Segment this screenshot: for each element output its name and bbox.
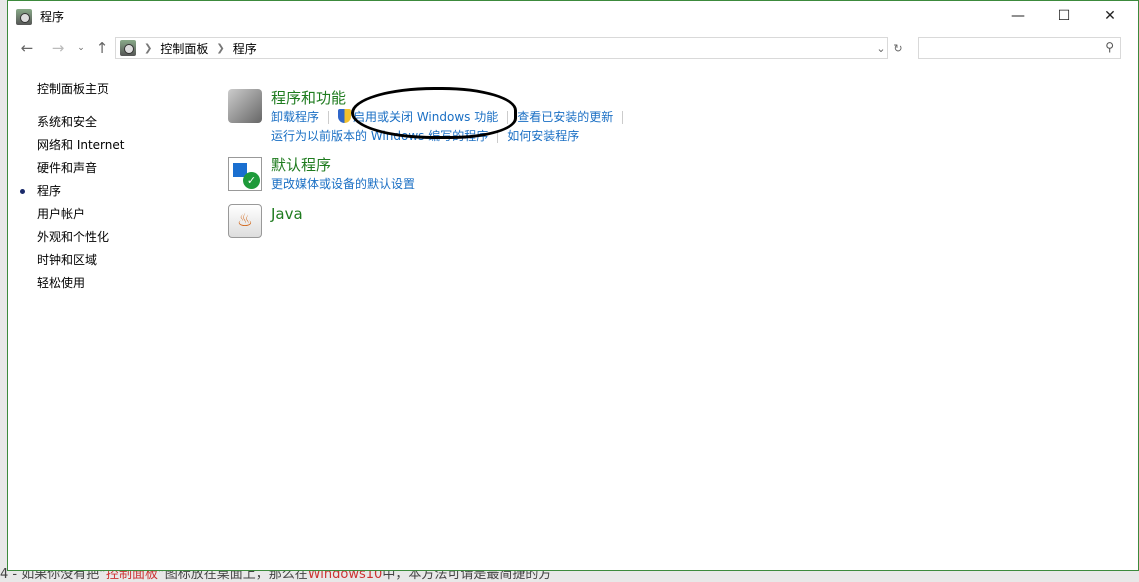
chevron-right-icon: ❯	[216, 42, 225, 54]
programs-features-icon	[228, 89, 262, 123]
refresh-button[interactable]: ↻	[889, 37, 907, 59]
forward-button[interactable]: →	[48, 38, 68, 58]
control-panel-icon	[16, 8, 32, 25]
how-to-install-link[interactable]: 如何安装程序	[507, 129, 579, 143]
recent-locations-button[interactable]: ⌄	[71, 38, 91, 58]
sidebar-item-hardware-sound[interactable]: 硬件和声音	[37, 160, 124, 183]
address-bar[interactable]: ❯ 控制面板 ❯ 程序	[115, 37, 888, 59]
breadcrumb-programs[interactable]: 程序	[233, 40, 257, 57]
sidebar-item-ease-of-access[interactable]: 轻松使用	[37, 275, 124, 298]
windows-features-link[interactable]: 启用或关闭 Windows 功能	[353, 110, 498, 124]
back-button[interactable]: ←	[17, 38, 37, 58]
control-panel-icon	[120, 40, 136, 56]
sidebar-item-appearance[interactable]: 外观和个性化	[37, 229, 124, 252]
sidebar-item-system-security[interactable]: 系统和安全	[37, 114, 124, 137]
maximize-button[interactable]: ☐	[1041, 1, 1087, 31]
view-updates-link[interactable]: 查看已安装的更新	[517, 110, 613, 124]
sidebar-item-programs[interactable]: 程序	[19, 183, 124, 206]
chevron-right-icon: ❯	[144, 42, 153, 54]
control-panel-window: 程序 — ☐ ✕ ← → ⌄ ↑ ❯ 控制面板 ❯ 程序 ⌄ ↻ ⚲ 控制面板主…	[7, 0, 1139, 571]
address-dropdown-button[interactable]: ⌄	[872, 37, 890, 59]
sidebar-item-user-accounts[interactable]: 用户帐户	[37, 206, 124, 229]
sidebar-item-network[interactable]: 网络和 Internet	[37, 137, 124, 160]
category-title[interactable]: 默认程序	[271, 154, 331, 175]
minimize-button[interactable]: —	[995, 1, 1041, 31]
sidebar: 控制面板主页 系统和安全 网络和 Internet 硬件和声音 程序 用户帐户 …	[19, 81, 124, 298]
search-icon: ⚲	[1105, 40, 1114, 54]
java-icon: ♨	[228, 204, 262, 238]
uninstall-program-link[interactable]: 卸载程序	[271, 110, 319, 124]
category-title[interactable]: 程序和功能	[271, 87, 346, 108]
change-media-defaults-link[interactable]: 更改媒体或设备的默认设置	[271, 177, 415, 191]
window-title: 程序	[40, 10, 65, 24]
compatibility-link[interactable]: 运行为以前版本的 Windows 编写的程序	[271, 129, 488, 143]
search-input[interactable]: ⚲	[918, 37, 1121, 59]
uac-shield-icon	[338, 109, 352, 123]
sidebar-home[interactable]: 控制面板主页	[37, 81, 124, 104]
up-button[interactable]: ↑	[92, 38, 112, 58]
category-title[interactable]: Java	[271, 205, 303, 223]
default-programs-icon: ✓	[228, 157, 262, 191]
sidebar-item-clock-region[interactable]: 时钟和区域	[37, 252, 124, 275]
breadcrumb-control-panel[interactable]: 控制面板	[160, 40, 208, 57]
close-button[interactable]: ✕	[1087, 1, 1133, 31]
title-bar: 程序	[16, 8, 64, 25]
